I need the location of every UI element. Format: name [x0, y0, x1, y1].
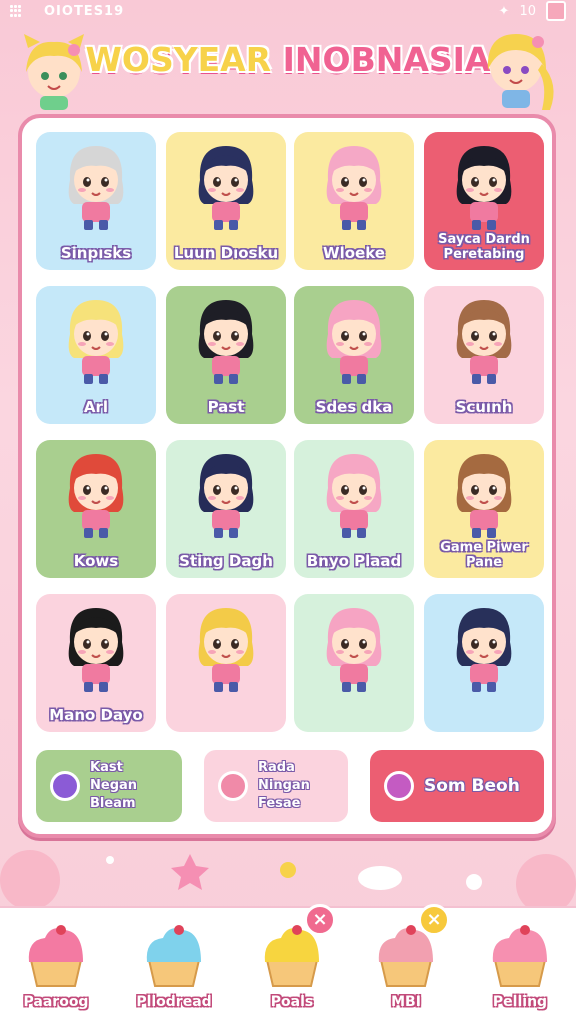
action-button[interactable]: Som Beoh [370, 750, 544, 822]
decor-strip [0, 850, 576, 906]
nav-label: Paaroog [23, 994, 89, 1010]
lollipop-icon [50, 771, 80, 801]
character-name: Sting Dagh [179, 552, 273, 570]
character-name: Scuınh [455, 398, 513, 416]
chibi-avatar-icon [326, 608, 382, 692]
chibi-avatar-icon [456, 608, 512, 692]
character-card[interactable]: Sayca Dardn Peretabing [424, 132, 544, 270]
character-card[interactable]: Bnyo Plaad [294, 440, 414, 578]
menu-icon[interactable] [546, 1, 566, 21]
bottom-nav: Paaroog Pllodread Poals × MBI × Pelling [0, 904, 576, 1024]
character-card[interactable]: Kows [36, 440, 156, 578]
chibi-avatar-icon [68, 454, 124, 538]
star-icon: ✦ [498, 3, 510, 19]
chibi-avatar-icon [198, 146, 254, 230]
character-name: Sinpısks [60, 244, 132, 262]
mascot-left-icon [24, 34, 84, 110]
close-badge-icon[interactable]: × [304, 904, 336, 936]
cup-icon [492, 925, 547, 987]
character-name: Wloeke [323, 244, 385, 262]
character-card[interactable]: Arl [36, 286, 156, 424]
chibi-avatar-icon [326, 300, 382, 384]
status-time: OIOTES19 [44, 3, 125, 19]
character-card[interactable]: Sting Dagh [166, 440, 286, 578]
chibi-avatar-icon [456, 454, 512, 538]
nav-label: MBI [391, 994, 421, 1010]
character-card[interactable]: Mano Dayo [36, 594, 156, 732]
chibi-avatar-icon [326, 146, 382, 230]
nav-label: Pelling [492, 994, 548, 1010]
status-bar: OIOTES19 ✦ 10 [0, 0, 576, 22]
chibi-avatar-icon [198, 454, 254, 538]
character-card[interactable]: Game Piwer Pane [424, 440, 544, 578]
character-name: Arl [83, 398, 109, 416]
cupcake-icon [28, 925, 83, 987]
nav-item[interactable]: Poals × [242, 904, 342, 1020]
action-button[interactable]: Kast Negan Bleam [36, 750, 182, 822]
character-card[interactable]: Wloeke [294, 132, 414, 270]
title-part-2: INOBNASIA [282, 40, 491, 79]
character-name: Bnyo Plaad [306, 552, 402, 570]
apps-icon[interactable] [10, 5, 22, 17]
chibi-avatar-icon [198, 300, 254, 384]
character-card[interactable]: Luun Dıosku [166, 132, 286, 270]
berry-box-icon [384, 771, 414, 801]
mascot-right-icon [487, 34, 554, 110]
nav-item[interactable]: Pllodread [124, 916, 224, 1020]
action-button[interactable]: Rada Ningan Fesae [204, 750, 348, 822]
character-name: Game Piwer Pane [440, 540, 528, 570]
nav-item[interactable]: MBI × [356, 904, 456, 1020]
close-badge-icon[interactable]: × [418, 904, 450, 936]
candy-wand-icon [218, 771, 248, 801]
chibi-avatar-icon [68, 300, 124, 384]
action-label: Kast Negan Bleam [90, 760, 138, 811]
character-card[interactable] [294, 594, 414, 732]
nav-label: Pllodread [136, 994, 212, 1010]
character-card[interactable]: Scuınh [424, 286, 544, 424]
action-label: Som Beoh [424, 776, 520, 796]
character-card[interactable]: Sdes dka [294, 286, 414, 424]
cupcake-icon [146, 925, 201, 987]
character-name: Mano Dayo [49, 706, 143, 724]
chibi-avatar-icon [68, 608, 124, 692]
action-label: Rada Ningan Fesae [258, 760, 310, 811]
signal-text: 10 [519, 3, 536, 19]
character-name: Luun Dıosku [173, 244, 279, 262]
character-name: Sayca Dardn Peretabing [438, 232, 530, 262]
nav-item[interactable]: Pelling [470, 916, 570, 1020]
character-card[interactable]: Past [166, 286, 286, 424]
chibi-avatar-icon [326, 454, 382, 538]
chibi-avatar-icon [456, 300, 512, 384]
nav-item[interactable]: Paaroog [6, 916, 106, 1020]
title-part-1: WOSYEAR [85, 40, 272, 79]
chibi-avatar-icon [68, 146, 124, 230]
character-name: Kows [73, 552, 119, 570]
chibi-avatar-icon [456, 146, 512, 230]
character-board: Sinpısks Luun Dıosku Wloeke Sayca Dardn Per… [18, 114, 556, 838]
character-card[interactable] [424, 594, 544, 732]
character-name: Sdes dka [315, 398, 393, 416]
character-card[interactable]: Sinpısks [36, 132, 156, 270]
chibi-avatar-icon [198, 608, 254, 692]
character-name: Past [207, 398, 245, 416]
nav-label: Poals [270, 994, 314, 1010]
character-card[interactable] [166, 594, 286, 732]
